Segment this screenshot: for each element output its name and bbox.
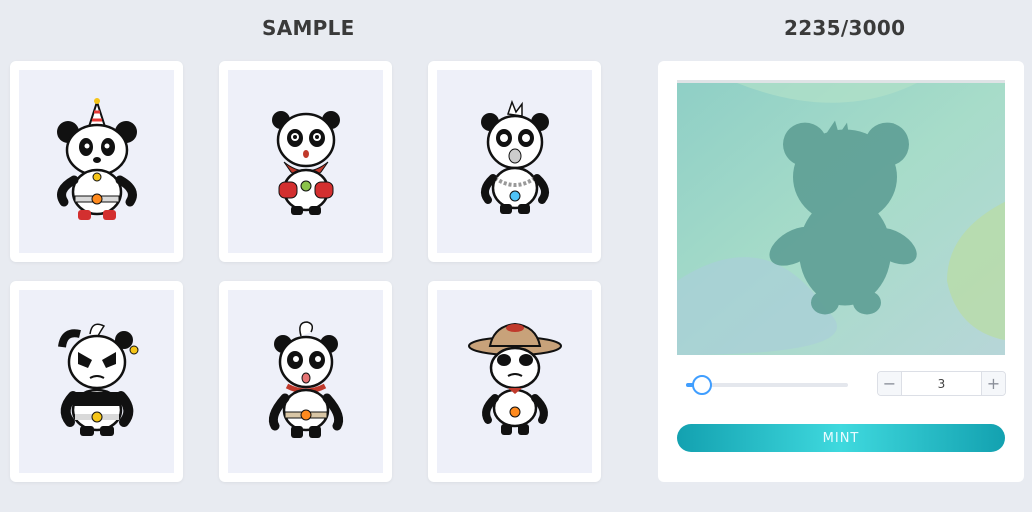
mystery-preview-image [677, 80, 1005, 355]
sample-card[interactable] [428, 61, 601, 262]
sample-card[interactable] [10, 281, 183, 482]
panda-red-gloves-image [271, 110, 340, 215]
increment-button[interactable]: + [981, 372, 1005, 395]
sample-card[interactable] [219, 281, 392, 482]
sample-image-frame [437, 70, 592, 253]
mint-quantity-slider[interactable] [686, 375, 848, 395]
sample-image-frame [19, 70, 174, 253]
sample-image-frame [19, 290, 174, 473]
quantity-input[interactable] [902, 372, 981, 395]
mint-panel: − + MINT [658, 61, 1024, 482]
sample-image-frame [228, 290, 383, 473]
panda-party-hat-image [56, 97, 137, 220]
mint-button[interactable]: MINT [677, 424, 1005, 452]
sample-title: SAMPLE [262, 16, 355, 40]
sample-image-frame [228, 70, 383, 253]
panda-straw-hat-image [467, 322, 562, 435]
panda-curl-hair-image [268, 320, 343, 438]
sample-card[interactable] [219, 61, 392, 262]
quantity-stepper: − + [877, 371, 1006, 396]
sample-image-frame [437, 290, 592, 473]
sample-card[interactable] [10, 61, 183, 262]
slider-thumb[interactable] [692, 375, 712, 395]
panda-angry-image [57, 323, 138, 436]
panda-spiky-hair-image [480, 99, 549, 214]
decrement-button[interactable]: − [878, 372, 902, 395]
minted-supply-counter: 2235/3000 [784, 16, 906, 40]
sample-card[interactable] [428, 281, 601, 482]
